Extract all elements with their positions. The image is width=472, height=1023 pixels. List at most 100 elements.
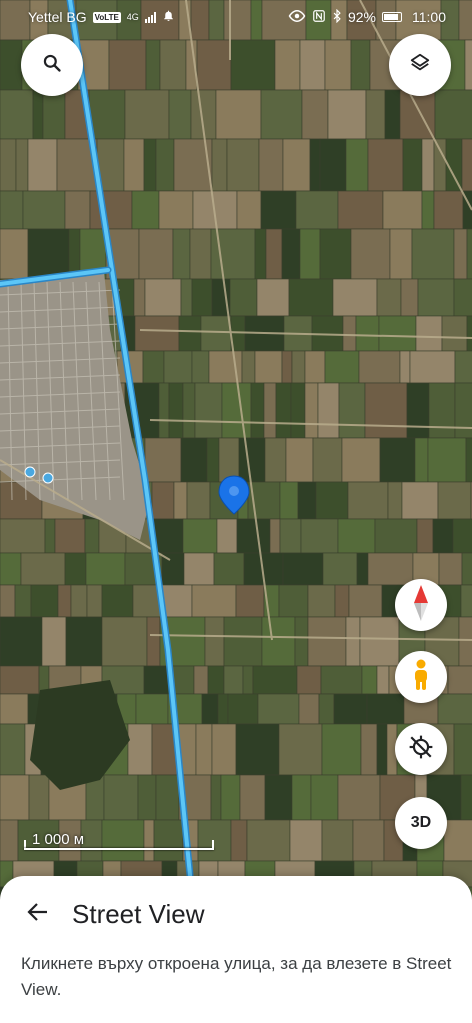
field-plot bbox=[103, 774, 139, 821]
field-plot bbox=[297, 481, 317, 520]
field-plot bbox=[258, 138, 284, 192]
field-plot bbox=[163, 350, 193, 384]
field-plot bbox=[298, 693, 320, 725]
field-plot bbox=[458, 616, 472, 667]
3d-toggle-button[interactable]: 3D bbox=[395, 797, 447, 849]
field-plot bbox=[342, 315, 357, 352]
notification-bell-icon bbox=[162, 9, 175, 25]
field-plot bbox=[367, 552, 414, 586]
field-plot bbox=[421, 138, 435, 192]
field-plot bbox=[321, 819, 354, 862]
field-plot bbox=[374, 518, 418, 554]
field-plot bbox=[312, 437, 343, 483]
field-plot bbox=[155, 138, 175, 192]
pegman-button[interactable] bbox=[395, 651, 447, 703]
field-plot bbox=[288, 278, 334, 317]
field-plot bbox=[304, 382, 319, 439]
layers-button[interactable] bbox=[389, 34, 451, 96]
field-plot bbox=[250, 382, 265, 439]
field-plot bbox=[324, 350, 360, 384]
field-plot bbox=[0, 819, 19, 862]
field-plot bbox=[86, 584, 103, 618]
search-button[interactable] bbox=[21, 34, 83, 96]
field-plot bbox=[447, 665, 472, 695]
field-plot bbox=[0, 39, 23, 91]
field-plot bbox=[207, 665, 225, 695]
field-plot bbox=[264, 437, 287, 483]
field-plot bbox=[27, 228, 70, 280]
location-off-icon bbox=[408, 734, 434, 765]
field-plot bbox=[366, 693, 405, 725]
field-plot bbox=[41, 616, 67, 667]
field-plot bbox=[389, 228, 413, 280]
field-plot bbox=[358, 350, 401, 384]
field-plot bbox=[85, 552, 126, 586]
field-plot bbox=[173, 481, 188, 520]
field-plot bbox=[159, 39, 187, 91]
field-plot bbox=[416, 518, 434, 554]
field-plot bbox=[246, 819, 291, 862]
field-plot bbox=[438, 552, 463, 586]
field-plot bbox=[322, 552, 358, 586]
field-plot bbox=[285, 437, 314, 483]
field-plot bbox=[460, 774, 472, 821]
field-plot bbox=[88, 89, 126, 140]
field-plot bbox=[0, 228, 29, 280]
field-plot bbox=[0, 89, 34, 140]
satellite-map[interactable] bbox=[0, 0, 472, 1023]
field-plot bbox=[402, 138, 423, 192]
field-plot bbox=[319, 228, 352, 280]
field-plot bbox=[337, 774, 381, 821]
field-plot bbox=[333, 693, 368, 725]
field-plot bbox=[400, 278, 419, 317]
field-plot bbox=[226, 138, 260, 192]
field-plot bbox=[230, 39, 276, 91]
field-plot bbox=[0, 723, 26, 776]
field-plot bbox=[260, 89, 303, 140]
field-plot bbox=[345, 616, 361, 667]
transit-marker[interactable] bbox=[24, 466, 36, 478]
field-plot bbox=[84, 518, 100, 554]
sheet-title: Street View bbox=[72, 898, 205, 929]
field-plot bbox=[352, 819, 385, 862]
field-plot bbox=[466, 228, 472, 280]
field-plot bbox=[299, 39, 326, 91]
arrow-back-icon bbox=[26, 900, 50, 929]
map-scale: 1 000 м bbox=[24, 828, 216, 852]
pegman-icon bbox=[410, 659, 432, 696]
field-plot bbox=[263, 382, 277, 439]
field-plot bbox=[201, 693, 219, 725]
field-plot bbox=[32, 89, 44, 140]
field-plot bbox=[124, 89, 170, 140]
field-plot bbox=[142, 350, 165, 384]
field-plot bbox=[0, 774, 30, 821]
field-plot bbox=[269, 518, 281, 554]
field-plot bbox=[158, 190, 194, 230]
transit-marker[interactable] bbox=[42, 472, 54, 484]
field-plot bbox=[428, 382, 456, 439]
status-left: Yettel BG VoLTE 4G bbox=[28, 9, 175, 25]
field-plot bbox=[213, 552, 245, 586]
field-plot bbox=[291, 774, 312, 821]
field-plot bbox=[257, 693, 300, 725]
field-plot bbox=[0, 552, 22, 586]
field-plot bbox=[0, 518, 46, 554]
map-canvas[interactable] bbox=[0, 0, 472, 1023]
field-plot bbox=[64, 190, 91, 230]
field-plot bbox=[452, 518, 472, 554]
back-button[interactable] bbox=[10, 894, 66, 934]
compass-button[interactable] bbox=[395, 579, 447, 631]
field-plot bbox=[235, 723, 280, 776]
field-plot bbox=[151, 481, 175, 520]
field-plot bbox=[282, 552, 324, 586]
field-plot bbox=[223, 665, 244, 695]
field-plot bbox=[275, 382, 292, 439]
field-plot bbox=[20, 552, 66, 586]
field-plot bbox=[421, 190, 435, 230]
field-plot bbox=[145, 39, 161, 91]
field-plot bbox=[193, 665, 209, 695]
my-location-button[interactable] bbox=[395, 723, 447, 775]
network-type: 4G bbox=[126, 12, 139, 22]
bluetooth-icon bbox=[332, 8, 342, 26]
field-plot bbox=[465, 437, 472, 483]
